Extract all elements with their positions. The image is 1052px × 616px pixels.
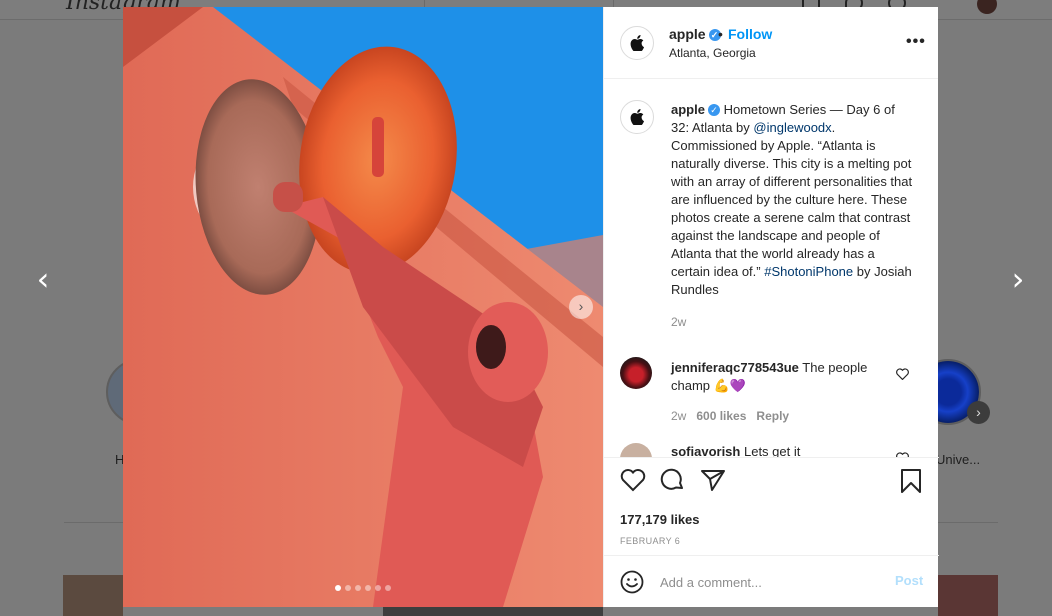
post-actions: 177,179 likes FEBRUARY 6 Post: [604, 457, 939, 607]
grid-thumb: [938, 575, 998, 616]
add-comment-bar: Post: [604, 555, 939, 608]
carousel-dot: [375, 585, 381, 591]
apple-logo-icon: [630, 35, 644, 51]
hashtag-link[interactable]: #ShotoniPhone: [764, 264, 853, 279]
author-avatar[interactable]: [620, 26, 654, 60]
carousel-dot: [365, 585, 371, 591]
carousel-next-icon[interactable]: ›: [569, 295, 593, 319]
heart-icon[interactable]: [620, 468, 646, 492]
grid-thumb: [63, 575, 123, 616]
comment-text: Lets get it: [743, 444, 801, 457]
comments-section[interactable]: apple ✓ Hometown Series — Day 6 of 32: At…: [604, 80, 939, 457]
next-post-icon[interactable]: ›: [1003, 263, 1033, 297]
mention-link[interactable]: @inglewoodx: [753, 120, 831, 135]
likes-count[interactable]: 177,179 likes: [620, 512, 700, 527]
carousel-dot: [335, 585, 341, 591]
reply-button[interactable]: Reply: [756, 409, 789, 423]
post-caption: apple ✓ Hometown Series — Day 6 of 32: At…: [671, 101, 916, 331]
previous-post-icon[interactable]: ‹: [28, 263, 58, 297]
comment-icon[interactable]: [660, 468, 686, 492]
carousel-indicator: [335, 585, 391, 591]
post-comment-button[interactable]: Post: [895, 573, 923, 588]
carousel-dot: [385, 585, 391, 591]
carousel-dot: [355, 585, 361, 591]
caption-age[interactable]: 2w: [671, 313, 916, 331]
comment-age[interactable]: 2w: [671, 409, 686, 423]
profile-avatar: [977, 0, 997, 14]
author-username[interactable]: apple ✓: [669, 26, 721, 42]
caption-avatar[interactable]: [620, 100, 654, 134]
post-location[interactable]: Atlanta, Georgia: [669, 46, 756, 60]
commenter-avatar[interactable]: [620, 443, 652, 457]
bookmark-icon[interactable]: [900, 468, 922, 494]
story-label-right: Unive...: [936, 452, 981, 467]
post-modal: › apple ✓ • Follow Atlanta, Georgia ••• a…: [123, 7, 939, 607]
follow-button[interactable]: Follow: [728, 26, 772, 42]
caption-username[interactable]: apple: [671, 102, 705, 117]
post-photo[interactable]: ›: [123, 7, 603, 607]
more-options-icon[interactable]: •••: [906, 33, 926, 51]
comment-meta: 2w 600 likes Reply: [671, 407, 891, 425]
commenter-username[interactable]: jenniferaqc778543ue: [671, 360, 799, 375]
carousel-dot: [345, 585, 351, 591]
smiley-icon[interactable]: [620, 570, 644, 594]
comment-item: jenniferaqc778543ue The people champ 💪💜 …: [671, 359, 891, 425]
apple-logo-icon: [630, 109, 644, 125]
post-date[interactable]: FEBRUARY 6: [620, 536, 680, 546]
comment-likes[interactable]: 600 likes: [696, 409, 746, 423]
comment-like-heart-icon[interactable]: [896, 368, 909, 380]
post-header: apple ✓ • Follow Atlanta, Georgia •••: [604, 7, 938, 79]
commenter-avatar[interactable]: [620, 357, 652, 389]
stories-next-icon: ›: [967, 401, 990, 424]
header-separator: •: [718, 26, 723, 42]
caption-text-part2: . Commissioned by Apple. “Atlanta is nat…: [671, 120, 913, 279]
comment-item: sofiavorish Lets get it: [671, 443, 891, 457]
post-sidebar: apple ✓ • Follow Atlanta, Georgia ••• app…: [603, 7, 939, 607]
commenter-username[interactable]: sofiavorish: [671, 444, 740, 457]
paper-plane-icon[interactable]: [700, 468, 726, 492]
comment-input[interactable]: [660, 572, 880, 592]
verified-badge-icon: ✓: [707, 104, 720, 116]
post-photo-image: [123, 7, 603, 607]
